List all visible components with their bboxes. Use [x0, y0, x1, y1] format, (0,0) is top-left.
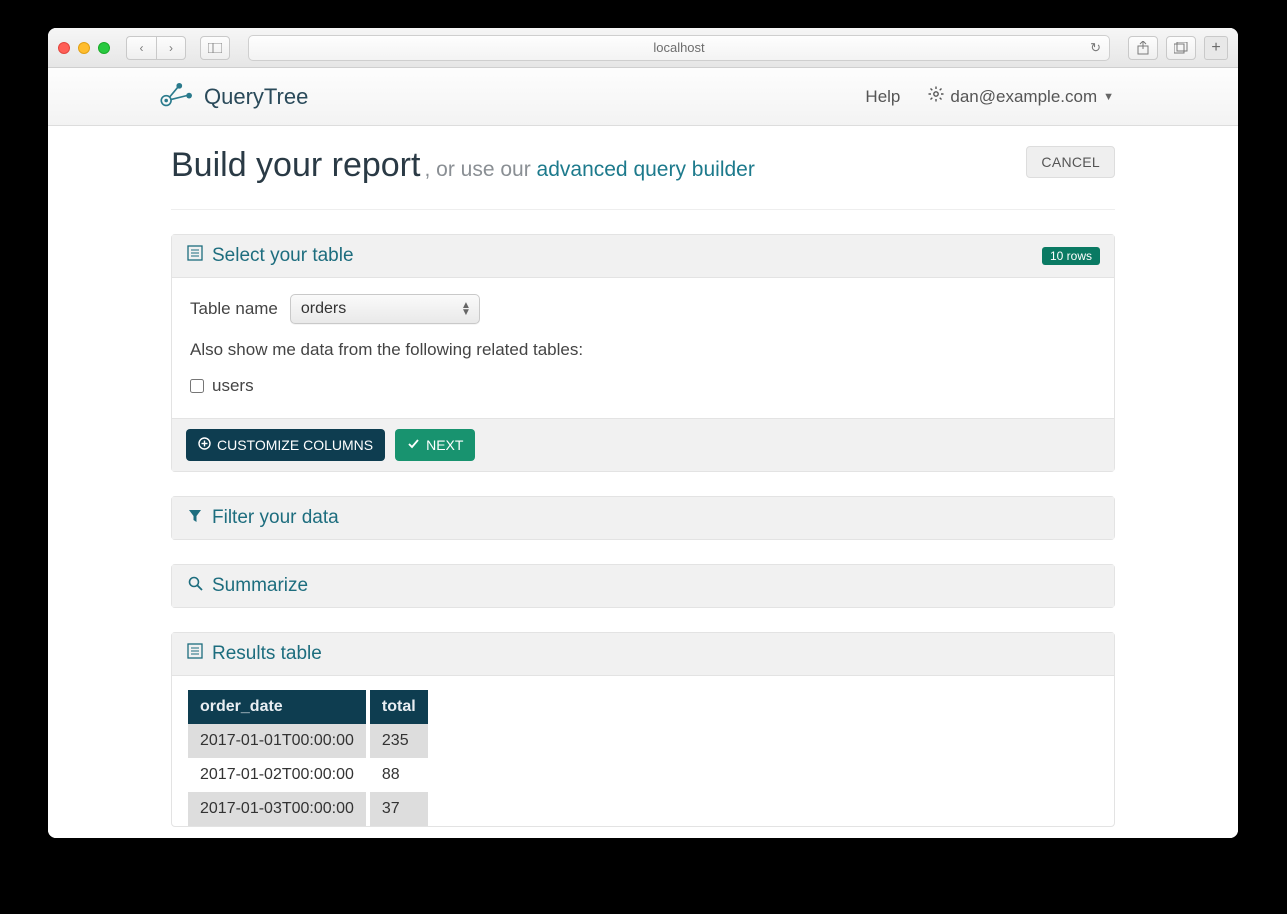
user-menu[interactable]: dan@example.com ▼	[928, 86, 1114, 107]
title-text: Build your report	[171, 146, 420, 185]
nav-back[interactable]: ‹	[126, 36, 156, 60]
new-tab-button[interactable]: +	[1204, 36, 1228, 60]
url-text: localhost	[653, 40, 704, 55]
related-tables-hint: Also show me data from the following rel…	[190, 340, 1096, 360]
table-name-select[interactable]: orders ▲▼	[290, 294, 480, 324]
cell: 235	[368, 724, 428, 758]
search-icon	[186, 575, 204, 597]
results-body: order_date total 2017-01-01T00:00:00 235…	[172, 676, 1114, 826]
check-icon	[407, 437, 420, 453]
table-name-label: Table name	[190, 299, 278, 319]
filter-icon	[186, 507, 204, 529]
panel-results-title: Results table	[212, 643, 322, 665]
panel-results: Results table order_date total 2017-01-	[171, 632, 1115, 827]
subtitle-prefix: , or use our	[424, 158, 536, 181]
panel-filter-title: Filter your data	[212, 507, 339, 529]
panel-select-body: Table name orders ▲▼ Also show me data f…	[172, 278, 1114, 418]
table-row: 2017-01-01T00:00:00 235	[188, 724, 428, 758]
share-button[interactable]	[1128, 36, 1158, 60]
tabs-button[interactable]	[1166, 36, 1196, 60]
browser-window: ‹ › localhost ↻ +	[48, 28, 1238, 838]
panel-select-table-header[interactable]: Select your table 10 rows	[172, 235, 1114, 278]
reload-icon[interactable]: ↻	[1090, 40, 1101, 56]
table-icon	[186, 643, 204, 665]
table-row: 2017-01-02T00:00:00 88	[188, 758, 428, 792]
nav-buttons: ‹ ›	[126, 36, 186, 60]
logo-icon	[158, 79, 194, 115]
col-order-date[interactable]: order_date	[188, 690, 368, 724]
panel-select-title: Select your table	[212, 245, 354, 267]
table-row: 2017-01-03T00:00:00 37	[188, 792, 428, 826]
cancel-button[interactable]: CANCEL	[1026, 146, 1115, 178]
page-viewport: QueryTree Help dan@example.com ▼	[48, 68, 1238, 838]
panel-select-actions: CUSTOMIZE COLUMNS NEXT	[172, 418, 1114, 471]
gear-icon	[928, 86, 944, 107]
user-email: dan@example.com	[950, 87, 1097, 107]
select-arrows-icon: ▲▼	[461, 302, 471, 316]
next-label: NEXT	[426, 437, 463, 453]
help-link[interactable]: Help	[865, 87, 900, 107]
plus-circle-icon	[198, 437, 211, 453]
col-total[interactable]: total	[368, 690, 428, 724]
page-head: Build your report , or use our advanced …	[171, 146, 1115, 210]
traffic-lights	[58, 42, 110, 54]
nav-forward[interactable]: ›	[156, 36, 186, 60]
users-checkbox-label: users	[212, 376, 254, 396]
titlebar: ‹ › localhost ↻ +	[48, 28, 1238, 68]
app-header: QueryTree Help dan@example.com ▼	[48, 68, 1238, 126]
table-name-value: orders	[301, 300, 346, 318]
cell: 2017-01-03T00:00:00	[188, 792, 368, 826]
cell: 88	[368, 758, 428, 792]
related-table-users[interactable]: users	[190, 376, 1096, 396]
right-tools: +	[1128, 36, 1228, 60]
users-checkbox[interactable]	[190, 379, 204, 393]
window-zoom[interactable]	[98, 42, 110, 54]
results-table: order_date total 2017-01-01T00:00:00 235…	[188, 690, 428, 826]
panel-summarize-header[interactable]: Summarize	[172, 565, 1114, 607]
panel-summarize: Summarize	[171, 564, 1115, 608]
cell: 2017-01-01T00:00:00	[188, 724, 368, 758]
window-minimize[interactable]	[78, 42, 90, 54]
cell: 2017-01-02T00:00:00	[188, 758, 368, 792]
customize-columns-label: CUSTOMIZE COLUMNS	[217, 437, 373, 453]
chevron-down-icon: ▼	[1103, 91, 1114, 103]
brand[interactable]: QueryTree	[158, 79, 308, 115]
row-count-badge: 10 rows	[1042, 247, 1100, 265]
panel-select-table: Select your table 10 rows Table name ord…	[171, 234, 1115, 472]
address-bar[interactable]: localhost ↻	[248, 35, 1110, 61]
sidebar-toggle[interactable]	[200, 36, 230, 60]
customize-columns-button[interactable]: CUSTOMIZE COLUMNS	[186, 429, 385, 461]
panel-filter: Filter your data	[171, 496, 1115, 540]
advanced-query-link[interactable]: advanced query builder	[537, 158, 755, 181]
list-icon	[186, 245, 204, 267]
page-title: Build your report , or use our advanced …	[171, 146, 755, 185]
panel-summarize-title: Summarize	[212, 575, 308, 597]
panel-filter-header[interactable]: Filter your data	[172, 497, 1114, 539]
brand-text: QueryTree	[204, 84, 308, 110]
next-button[interactable]: NEXT	[395, 429, 475, 461]
window-close[interactable]	[58, 42, 70, 54]
panel-results-header[interactable]: Results table	[172, 633, 1114, 676]
page: Build your report , or use our advanced …	[163, 126, 1123, 827]
cell: 37	[368, 792, 428, 826]
